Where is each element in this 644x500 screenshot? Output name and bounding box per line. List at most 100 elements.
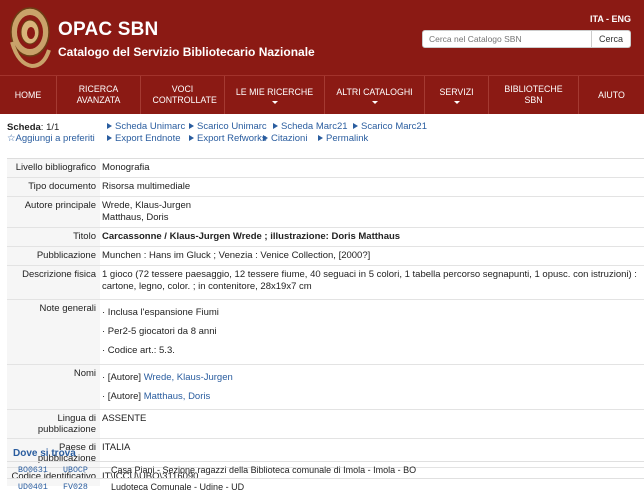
- author-entry: Wrede, Klaus-Jurgen: [102, 200, 192, 211]
- add-favorites-link[interactable]: ☆Aggiungi a preferiti: [7, 133, 95, 144]
- record-toolbar: Scheda: 1/1 ☆Aggiungi a preferiti Scheda…: [0, 116, 644, 150]
- field-label: Descrizione fisica: [7, 266, 100, 299]
- author-entry: Matthaus, Doris: [102, 212, 169, 223]
- name-entry: · [Autore] Wrede, Klaus-Jurgen: [102, 372, 642, 384]
- site-title: OPAC SBN: [58, 19, 159, 40]
- search-input[interactable]: [421, 30, 592, 48]
- lang-eng-link[interactable]: ENG: [611, 14, 631, 24]
- export-endnote-link[interactable]: Export Endnote: [107, 133, 181, 144]
- nav-altri-cataloghi[interactable]: ALTRI CATALOGHI: [325, 76, 425, 114]
- scheda-marc21-link[interactable]: Scheda Marc21: [273, 121, 348, 132]
- nav-voci-controllate[interactable]: VOCI CONTROLLATE: [141, 76, 225, 114]
- nav-biblioteche-sbn[interactable]: BIBLIOTECHE SBN: [489, 76, 579, 114]
- nav-home[interactable]: HOME: [0, 76, 57, 114]
- field-value: Monografia: [102, 162, 150, 173]
- field-tipo: Tipo documento Risorsa multimediale: [7, 177, 644, 196]
- arrow-right-icon: [263, 135, 268, 141]
- library-name: Ludoteca Comunale - Udine - UD: [111, 482, 245, 492]
- note-entry: · Per2-5 giocatori da 8 anni: [102, 326, 217, 337]
- field-autore: Autore principale Wrede, Klaus-Jurgen Ma…: [7, 196, 644, 227]
- note-entry: · Codice art.: 5.3.: [102, 345, 175, 356]
- export-refworks-link[interactable]: Export Refworks: [189, 133, 267, 144]
- scheda-unimarc-link[interactable]: Scheda Unimarc: [107, 121, 185, 132]
- nav-label: VOCI CONTROLLATE: [152, 84, 217, 105]
- nav-label: ALTRI CATALOGHI: [336, 86, 413, 97]
- field-value: · Inclusa l'espansione Fiumi · Per2-5 gi…: [100, 300, 644, 364]
- field-value: Wrede, Klaus-Jurgen Matthaus, Doris: [100, 197, 644, 227]
- scarico-unimarc-link[interactable]: Scarico Unimarc: [189, 121, 267, 132]
- location-row: BO0631 UBOCP Casa Piani - Sezione ragazz…: [7, 461, 644, 478]
- name-entry: · [Autore] Matthaus, Doris: [102, 391, 642, 403]
- field-label: Autore principale: [7, 197, 100, 227]
- search-button[interactable]: Cerca: [591, 30, 631, 48]
- library-name: Casa Piani - Sezione ragazzi della Bibli…: [111, 465, 417, 475]
- arrow-right-icon: [318, 135, 323, 141]
- field-label: Nomi: [7, 365, 100, 409]
- arrow-right-icon: [107, 123, 112, 129]
- record-details: Livello bibliografico Monografia Tipo do…: [7, 158, 644, 486]
- field-value: ASSENTE: [102, 413, 147, 424]
- note-entry: · Inclusa l'espansione Fiumi: [102, 307, 219, 318]
- field-value: Munchen : Hans im Gluck ; Venezia : Veni…: [102, 250, 371, 261]
- site-header: OPAC SBN Catalogo del Servizio Bibliotec…: [0, 0, 644, 75]
- main-nav: HOME RICERCA AVANZATA VOCI CONTROLLATE L…: [0, 75, 644, 114]
- nav-label: BIBLIOTECHE SBN: [504, 84, 563, 105]
- lang-ita-link[interactable]: ITA: [590, 14, 604, 24]
- name-role: · [Autore]: [102, 372, 144, 383]
- nav-label: HOME: [14, 89, 42, 100]
- field-note: Note generali · Inclusa l'espansione Fiu…: [7, 299, 644, 364]
- arrow-right-icon: [107, 135, 112, 141]
- author-link[interactable]: Matthaus, Doris: [144, 391, 211, 402]
- nav-label: LE MIE RICERCHE: [235, 86, 314, 97]
- field-label: Note generali: [7, 300, 100, 364]
- library-code-link[interactable]: UD0401: [18, 483, 48, 492]
- field-value: 1 gioco (72 tessere paesaggio, 12 tesser…: [102, 269, 637, 292]
- author-link[interactable]: Wrede, Klaus-Jurgen: [144, 372, 233, 383]
- record-counter: Scheda: 1/1: [7, 122, 59, 133]
- nav-ricerca-avanzata[interactable]: RICERCA AVANZATA: [57, 76, 141, 114]
- citazioni-link[interactable]: Citazioni: [263, 133, 307, 144]
- title-text: Carcassonne / Klaus-Jurgen Wrede ; illus…: [102, 231, 401, 242]
- arrow-right-icon: [189, 135, 194, 141]
- nav-label: SERVIZI: [439, 86, 474, 97]
- link-label: Scarico Marc21: [361, 121, 427, 132]
- locations-title: Dove si trova: [13, 448, 76, 459]
- link-label: Export Refworks: [197, 133, 267, 144]
- library-code-link[interactable]: UBOCP: [63, 466, 88, 475]
- sbn-logo-icon[interactable]: [8, 4, 52, 70]
- nav-label: RICERCA AVANZATA: [76, 84, 121, 105]
- language-switch: ITA - ENG: [590, 14, 631, 24]
- library-code-link[interactable]: BO0631: [18, 466, 48, 475]
- field-label: Lingua di pubblicazione: [7, 410, 100, 438]
- link-label: Scarico Unimarc: [197, 121, 267, 132]
- scarico-marc21-link[interactable]: Scarico Marc21: [353, 121, 427, 132]
- library-code-link[interactable]: FV028: [63, 483, 88, 492]
- record-counter-value: : 1/1: [40, 122, 60, 133]
- nav-servizi[interactable]: SERVIZI: [425, 76, 489, 114]
- field-titolo: Titolo Carcassonne / Klaus-Jurgen Wrede …: [7, 227, 644, 246]
- caret-down-icon: [453, 100, 460, 104]
- field-label: Livello bibliografico: [7, 159, 100, 177]
- arrow-right-icon: [189, 123, 194, 129]
- link-label: Citazioni: [271, 133, 308, 144]
- nav-label: AIUTO: [598, 89, 625, 100]
- field-value: Carcassonne / Klaus-Jurgen Wrede ; illus…: [100, 228, 644, 246]
- field-livello: Livello bibliografico Monografia: [7, 158, 644, 177]
- field-pubblicazione: Pubblicazione Munchen : Hans im Gluck ; …: [7, 246, 644, 265]
- caret-down-icon: [371, 100, 378, 104]
- field-label: Tipo documento: [7, 178, 100, 196]
- record-counter-label: Scheda: [7, 122, 41, 133]
- location-row: UD0401 FV028 Ludoteca Comunale - Udine -…: [7, 478, 644, 495]
- name-role: · [Autore]: [102, 391, 144, 402]
- permalink-link[interactable]: Permalink: [318, 133, 368, 144]
- caret-down-icon: [271, 100, 278, 104]
- nav-aiuto[interactable]: AIUTO: [579, 76, 644, 114]
- search-form: Cerca: [421, 30, 631, 48]
- site-subtitle: Catalogo del Servizio Bibliotecario Nazi…: [58, 45, 315, 59]
- arrow-right-icon: [353, 123, 358, 129]
- link-label: Scheda Marc21: [281, 121, 348, 132]
- field-value: · [Autore] Wrede, Klaus-Jurgen · [Autore…: [100, 365, 644, 409]
- arrow-right-icon: [273, 123, 278, 129]
- nav-le-mie-ricerche[interactable]: LE MIE RICERCHE: [225, 76, 325, 114]
- link-label: Permalink: [326, 133, 369, 144]
